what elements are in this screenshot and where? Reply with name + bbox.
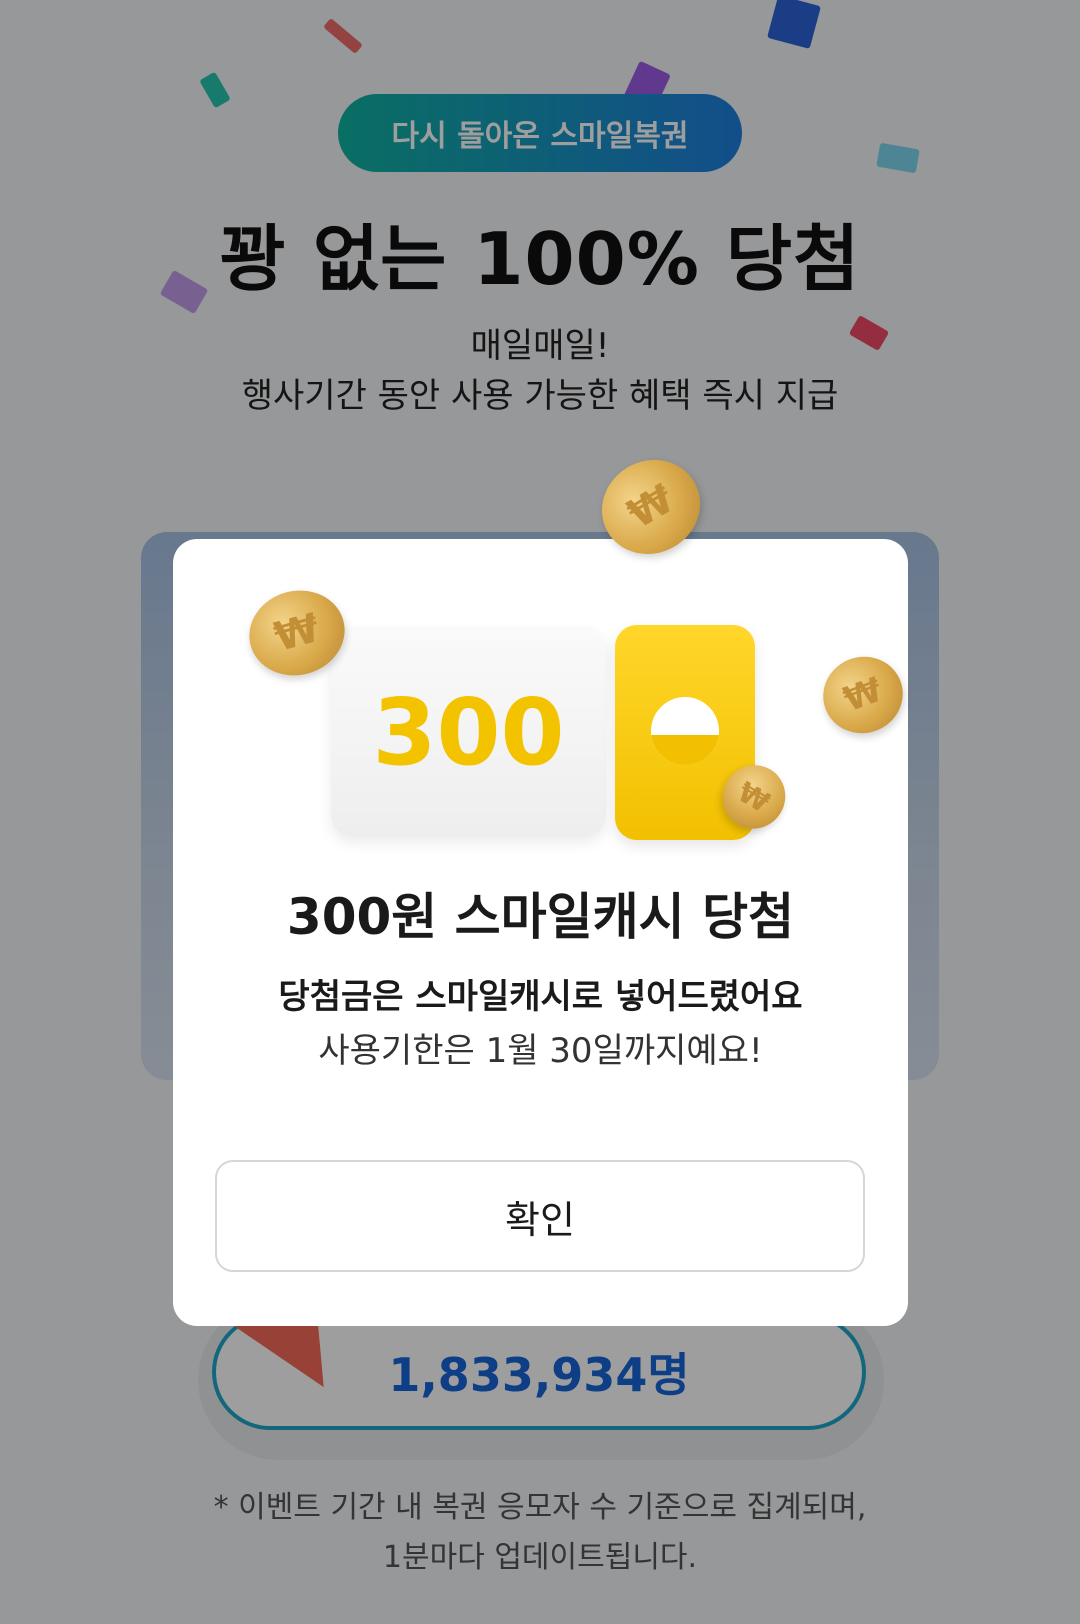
coin-icon: ₩: [812, 645, 914, 745]
modal-title: 300원 스마일캐시 당첨: [286, 888, 795, 946]
prize-amount: 300: [372, 678, 565, 786]
confirm-button[interactable]: 확인: [215, 1160, 865, 1272]
modal-message-line2: 사용기한은 1월 30일까지예요!: [318, 1031, 763, 1071]
prize-modal: 300 ₩ ₩ ₩ ₩ 300원 스마일캐시 당첨 당첨금은 스마일캐시로 넣어…: [173, 442, 914, 1326]
prize-card: 300: [331, 627, 606, 837]
modal-message-line1: 당첨금은 스마일캐시로 넣어드렸어요: [278, 977, 803, 1017]
smile-face-icon: [651, 697, 719, 765]
